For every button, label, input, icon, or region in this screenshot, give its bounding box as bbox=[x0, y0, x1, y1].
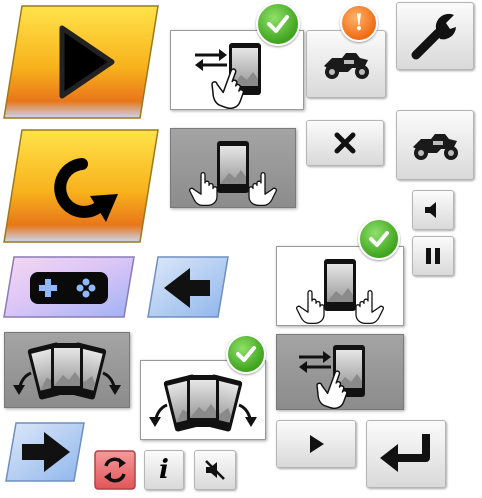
wrench-icon bbox=[411, 13, 456, 60]
play-button-large[interactable] bbox=[2, 2, 160, 120]
tilt-control-panel[interactable] bbox=[4, 332, 130, 408]
check-badge-icon bbox=[226, 334, 266, 374]
pause-icon bbox=[426, 248, 440, 264]
speaker-icon bbox=[425, 202, 436, 218]
check-badge-icon bbox=[256, 2, 300, 46]
speaker-mute-icon bbox=[205, 460, 225, 480]
enter-button[interactable] bbox=[366, 420, 446, 488]
check-badge-icon bbox=[358, 218, 400, 260]
gamepad-icon bbox=[30, 272, 108, 304]
info-icon: i bbox=[159, 455, 169, 485]
close-icon bbox=[334, 132, 356, 154]
swipe-control-panel[interactable] bbox=[276, 334, 404, 410]
exclamation-badge-icon: ! bbox=[340, 4, 378, 42]
close-button[interactable] bbox=[306, 120, 384, 166]
motorbike-button[interactable] bbox=[396, 110, 474, 180]
motorbike-icon bbox=[413, 134, 458, 160]
pause-button[interactable] bbox=[412, 236, 454, 276]
refresh-button[interactable] bbox=[94, 450, 136, 490]
swipe-phone-icon bbox=[299, 345, 365, 409]
motorbike-alert-button[interactable] bbox=[306, 30, 386, 98]
restart-button-large[interactable] bbox=[2, 126, 160, 246]
play-button-small[interactable] bbox=[276, 420, 356, 468]
two-hand-control-panel[interactable] bbox=[170, 128, 296, 208]
gamepad-button[interactable] bbox=[2, 254, 136, 320]
sound-on-button[interactable] bbox=[412, 190, 454, 230]
back-arrow-button[interactable] bbox=[146, 254, 230, 320]
enter-arrow-icon bbox=[380, 434, 430, 472]
tilt-phone-icon bbox=[13, 341, 121, 401]
sound-off-button[interactable] bbox=[194, 450, 236, 490]
motorbike-icon bbox=[324, 53, 369, 79]
two-hand-phone-icon bbox=[189, 141, 277, 207]
info-button[interactable]: i bbox=[144, 450, 184, 490]
play-icon bbox=[310, 435, 324, 453]
exclamation-glyph: ! bbox=[354, 10, 364, 36]
forward-arrow-button[interactable] bbox=[4, 420, 86, 484]
wrench-settings-button[interactable] bbox=[396, 2, 474, 70]
